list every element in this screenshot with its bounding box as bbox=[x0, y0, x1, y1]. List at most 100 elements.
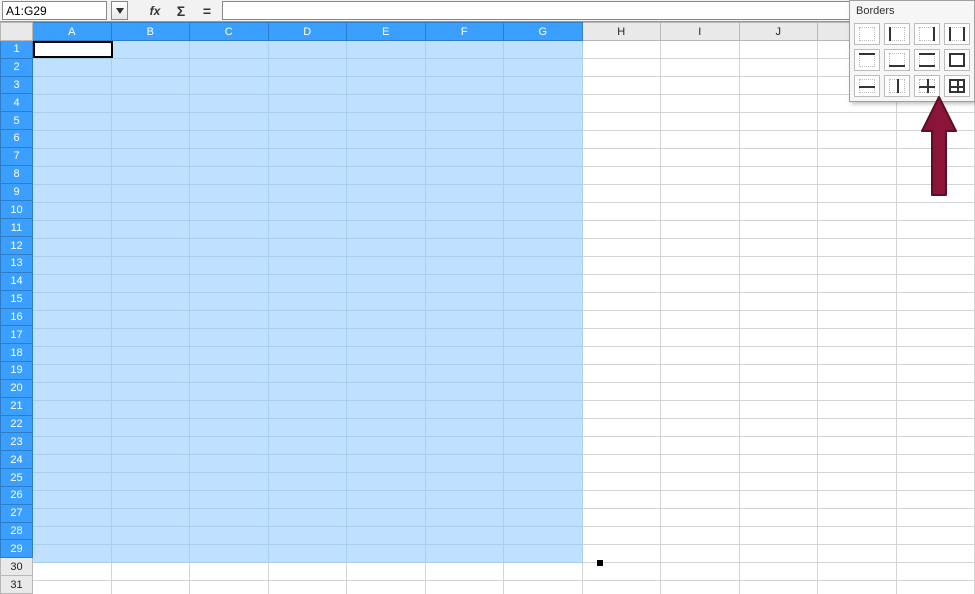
cell[interactable] bbox=[347, 95, 426, 113]
cell[interactable] bbox=[33, 347, 112, 365]
cell[interactable] bbox=[190, 59, 269, 77]
cell[interactable] bbox=[347, 455, 426, 473]
cell[interactable] bbox=[897, 293, 975, 311]
cell[interactable] bbox=[269, 77, 348, 95]
cell[interactable] bbox=[269, 311, 348, 329]
cell[interactable] bbox=[583, 455, 662, 473]
cell[interactable] bbox=[504, 365, 583, 383]
cell[interactable] bbox=[740, 149, 819, 167]
column-header[interactable]: C bbox=[190, 22, 269, 41]
cell[interactable] bbox=[112, 455, 191, 473]
cell[interactable] bbox=[190, 437, 269, 455]
cell[interactable] bbox=[504, 527, 583, 545]
cell[interactable] bbox=[347, 41, 426, 59]
cell[interactable] bbox=[112, 545, 191, 563]
cell[interactable] bbox=[112, 95, 191, 113]
cell[interactable] bbox=[426, 491, 505, 509]
cell[interactable] bbox=[269, 203, 348, 221]
cell[interactable] bbox=[504, 77, 583, 95]
border-option-left-border[interactable] bbox=[884, 23, 910, 45]
cell[interactable] bbox=[426, 455, 505, 473]
cell[interactable] bbox=[347, 365, 426, 383]
cell[interactable] bbox=[661, 275, 740, 293]
cell[interactable] bbox=[583, 527, 662, 545]
cell[interactable] bbox=[740, 41, 819, 59]
cell[interactable] bbox=[583, 293, 662, 311]
cell[interactable] bbox=[33, 239, 112, 257]
cell[interactable] bbox=[583, 239, 662, 257]
cell[interactable] bbox=[112, 347, 191, 365]
cell[interactable] bbox=[818, 185, 897, 203]
border-option-top-border[interactable] bbox=[854, 49, 880, 71]
cell[interactable] bbox=[347, 257, 426, 275]
cell[interactable] bbox=[583, 311, 662, 329]
cell[interactable] bbox=[661, 41, 740, 59]
cell[interactable] bbox=[504, 509, 583, 527]
cell[interactable] bbox=[190, 239, 269, 257]
cell[interactable] bbox=[583, 77, 662, 95]
cell[interactable] bbox=[504, 203, 583, 221]
cell[interactable] bbox=[583, 401, 662, 419]
row-header[interactable]: 15 bbox=[0, 291, 33, 309]
cell[interactable] bbox=[583, 509, 662, 527]
cell[interactable] bbox=[426, 77, 505, 95]
border-option-outer-border[interactable] bbox=[944, 49, 970, 71]
cell[interactable] bbox=[661, 527, 740, 545]
row-header[interactable]: 25 bbox=[0, 469, 33, 487]
cell[interactable] bbox=[661, 437, 740, 455]
cell[interactable] bbox=[112, 365, 191, 383]
cell[interactable] bbox=[112, 419, 191, 437]
cell[interactable] bbox=[818, 347, 897, 365]
cell[interactable] bbox=[504, 149, 583, 167]
cell[interactable] bbox=[740, 185, 819, 203]
cell[interactable] bbox=[33, 491, 112, 509]
cell[interactable] bbox=[190, 113, 269, 131]
cell[interactable] bbox=[661, 221, 740, 239]
cell[interactable] bbox=[33, 329, 112, 347]
cell[interactable] bbox=[112, 59, 191, 77]
cell[interactable] bbox=[661, 203, 740, 221]
cell[interactable] bbox=[269, 95, 348, 113]
cell[interactable] bbox=[818, 491, 897, 509]
cell[interactable] bbox=[583, 563, 662, 581]
row-header[interactable]: 26 bbox=[0, 487, 33, 505]
cell[interactable] bbox=[740, 527, 819, 545]
cell[interactable] bbox=[269, 365, 348, 383]
cell[interactable] bbox=[740, 131, 819, 149]
cell[interactable] bbox=[661, 77, 740, 95]
cell[interactable] bbox=[661, 419, 740, 437]
cell[interactable] bbox=[504, 311, 583, 329]
cell[interactable] bbox=[504, 113, 583, 131]
cell[interactable] bbox=[190, 545, 269, 563]
cell[interactable] bbox=[818, 545, 897, 563]
cell[interactable] bbox=[426, 401, 505, 419]
cell[interactable] bbox=[347, 329, 426, 347]
row-header[interactable]: 30 bbox=[0, 558, 33, 576]
cell[interactable] bbox=[347, 527, 426, 545]
cell[interactable] bbox=[504, 545, 583, 563]
cell[interactable] bbox=[426, 545, 505, 563]
border-option-top-bottom-border[interactable] bbox=[914, 49, 940, 71]
cell[interactable] bbox=[112, 437, 191, 455]
cell[interactable] bbox=[504, 329, 583, 347]
cell[interactable] bbox=[583, 329, 662, 347]
cell[interactable] bbox=[818, 455, 897, 473]
cell[interactable] bbox=[740, 203, 819, 221]
cell[interactable] bbox=[269, 293, 348, 311]
row-header[interactable]: 18 bbox=[0, 344, 33, 362]
cell[interactable] bbox=[661, 491, 740, 509]
column-header[interactable]: H bbox=[583, 22, 662, 41]
cell[interactable] bbox=[33, 311, 112, 329]
cell[interactable] bbox=[504, 347, 583, 365]
cell[interactable] bbox=[190, 275, 269, 293]
cell[interactable] bbox=[504, 455, 583, 473]
cell[interactable] bbox=[740, 221, 819, 239]
cell[interactable] bbox=[661, 257, 740, 275]
cell[interactable] bbox=[269, 167, 348, 185]
cell[interactable] bbox=[33, 185, 112, 203]
cell[interactable] bbox=[426, 149, 505, 167]
cell[interactable] bbox=[583, 203, 662, 221]
cell[interactable] bbox=[818, 221, 897, 239]
row-header[interactable]: 12 bbox=[0, 237, 33, 255]
cell[interactable] bbox=[112, 383, 191, 401]
